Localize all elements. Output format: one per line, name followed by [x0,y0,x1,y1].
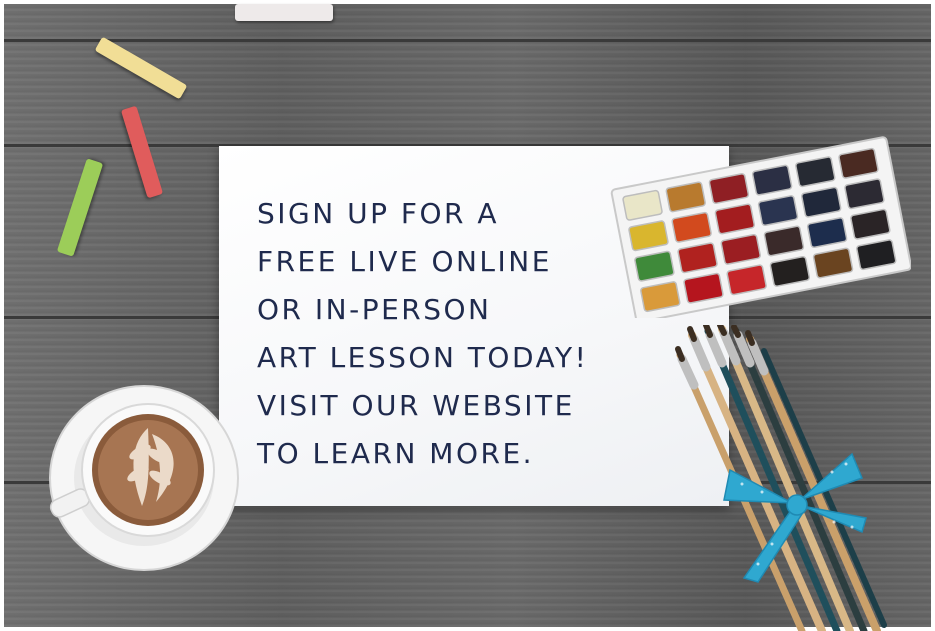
promo-line: ART LESSON TODAY! [257,341,589,374]
coffee-cup [49,385,239,571]
promo-line: FREE LIVE ONLINE [257,245,552,278]
promo-image: SIGN UP FOR A FREE LIVE ONLINE OR IN-PER… [0,0,935,631]
white-chalk-stick [235,4,333,21]
wood-plank [4,4,931,42]
promo-line: TO LEARN MORE. [257,437,535,470]
promo-line: OR IN-PERSON [257,293,492,326]
promo-line: VISIT OUR WEBSITE [257,389,575,422]
ribbon-bow [723,452,867,583]
promo-message: SIGN UP FOR A FREE LIVE ONLINE OR IN-PER… [257,190,588,478]
promo-line: SIGN UP FOR A [257,197,500,230]
watercolor-palette [610,136,911,318]
